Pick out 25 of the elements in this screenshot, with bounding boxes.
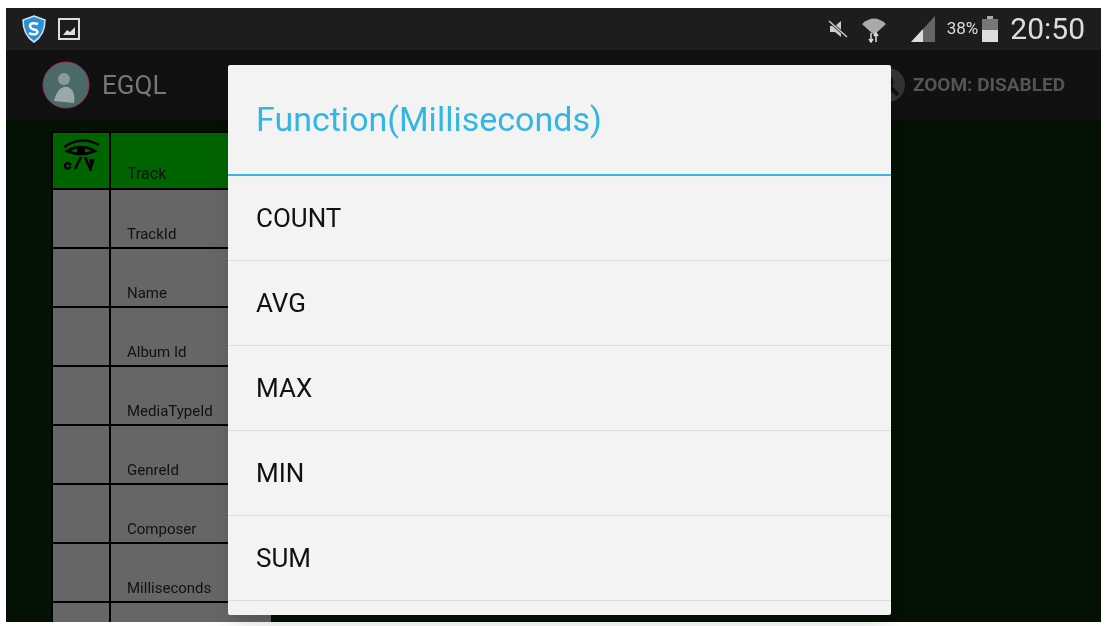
clock: 20:50 — [1010, 14, 1085, 44]
table-cell[interactable]: TrackId — [111, 222, 177, 247]
dialog-title: Function(Milliseconds) — [256, 98, 602, 141]
eye-icon — [61, 137, 101, 173]
app-title: EGQL — [102, 68, 167, 102]
battery-icon — [982, 16, 999, 42]
table-cell[interactable]: MediaTypeId — [111, 399, 213, 424]
dialog-option[interactable]: COUNT — [228, 176, 891, 261]
dialog-option[interactable]: MAX — [228, 346, 891, 431]
dialog-option[interactable]: AVG — [228, 261, 891, 346]
signal-icon — [910, 16, 935, 42]
table-cell[interactable]: Composer — [111, 517, 197, 542]
image-icon — [58, 18, 80, 40]
dialog-option[interactable]: SUM — [228, 516, 891, 601]
mute-icon — [826, 19, 849, 39]
dialog-option[interactable]: MIN — [228, 431, 891, 516]
avatar-icon — [42, 61, 90, 109]
table-cell[interactable]: GenreId — [111, 458, 179, 483]
table-cell[interactable]: Album Id — [111, 340, 187, 365]
battery-percent: 38% — [946, 17, 979, 41]
shield-icon — [22, 15, 46, 43]
table-cell[interactable]: Name — [111, 281, 167, 306]
zoom-status[interactable]: ZOOM: DISABLED — [913, 70, 1065, 100]
table-cell[interactable]: Milliseconds — [111, 576, 212, 601]
table-header: Track — [126, 163, 167, 185]
